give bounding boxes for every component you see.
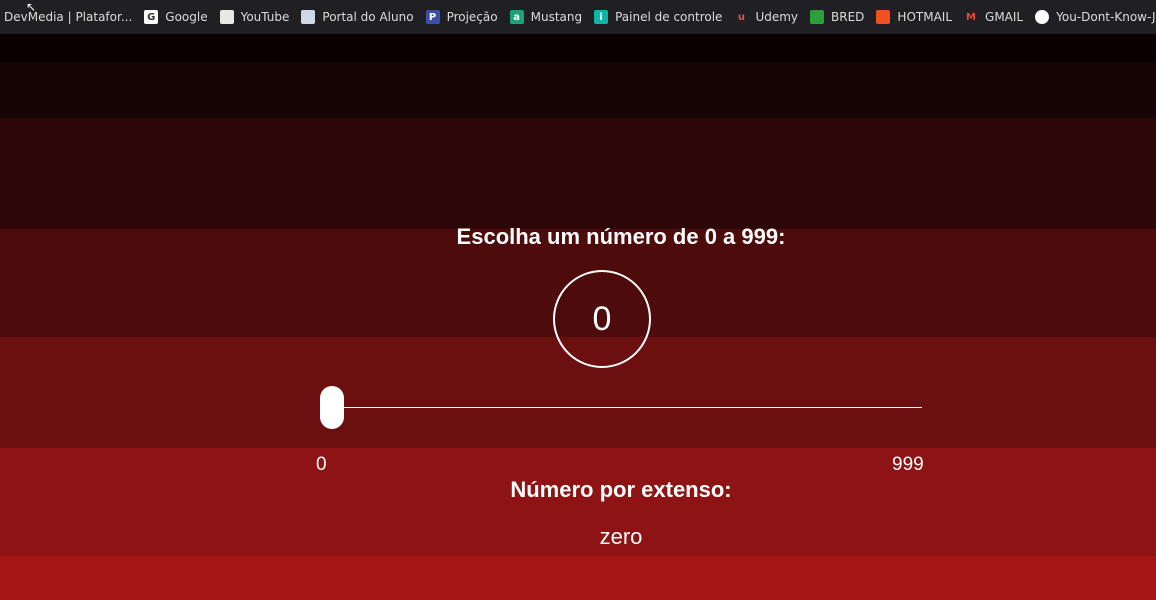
value-circle: 0	[553, 270, 651, 368]
page-icon	[219, 10, 234, 24]
flag-icon	[810, 10, 825, 24]
bookmark-item[interactable]: a Mustang	[504, 0, 589, 34]
mustang-icon: a	[509, 10, 524, 24]
bookmark-label: GMAIL	[985, 10, 1024, 24]
number-slider[interactable]	[320, 386, 922, 430]
bookmark-item[interactable]: M GMAIL	[958, 0, 1029, 34]
bookmark-label: Painel de controle	[615, 10, 723, 24]
bookmark-label: DevMedia | Platafor...	[4, 10, 133, 24]
bookmark-item[interactable]: DevMedia | Platafor...	[0, 0, 138, 34]
bookmark-item[interactable]: u Udemy	[728, 0, 804, 34]
bookmark-label: YouTube	[240, 10, 290, 24]
bookmark-item[interactable]: G Google	[138, 0, 213, 34]
bookmark-item[interactable]: P Projeção	[420, 0, 504, 34]
slider-thumb[interactable]	[320, 386, 344, 429]
bookmark-item[interactable]: HOTMAIL	[870, 0, 958, 34]
bookmark-label: Mustang	[530, 10, 583, 24]
mouse-cursor-icon: ↖	[26, 0, 37, 14]
bookmark-label: You-Dont-Know-JS/...	[1056, 10, 1156, 24]
main-content: Escolha um número de 0 a 999: 0 0 999 Nú…	[0, 34, 1156, 600]
extenso-value: zero	[599, 524, 643, 549]
bookmark-label: HOTMAIL	[897, 10, 953, 24]
document-icon	[301, 10, 316, 24]
github-icon	[1035, 10, 1050, 24]
gmail-icon: M	[964, 10, 979, 24]
slider-track[interactable]	[330, 407, 922, 408]
bookmark-label: Google	[165, 10, 208, 24]
info-icon: i	[594, 10, 609, 24]
microsoft-icon	[876, 10, 891, 24]
bookmark-label: Udemy	[755, 10, 799, 24]
bookmark-item[interactable]: i Painel de controle	[588, 0, 728, 34]
bookmark-item[interactable]: You-Dont-Know-JS/...	[1029, 0, 1156, 34]
bookmark-label: Projeção	[446, 10, 498, 24]
bookmark-label: Portal do Aluno	[322, 10, 414, 24]
extenso-title: Número por extenso:	[510, 477, 732, 502]
bookmark-item[interactable]: BRED	[804, 0, 870, 34]
slider-max-label: 999	[892, 454, 924, 475]
bookmark-item[interactable]: YouTube	[214, 0, 296, 34]
bookmarks-bar: DevMedia | Platafor... G Google YouTube Port…	[0, 0, 1156, 34]
google-icon: G	[144, 10, 159, 24]
page-title: Escolha um número de 0 a 999:	[456, 224, 786, 249]
bookmark-label: BRED	[831, 10, 865, 24]
projecao-icon: P	[425, 10, 440, 24]
slider-min-label: 0	[316, 454, 327, 475]
udemy-icon: u	[734, 10, 749, 24]
bookmark-item[interactable]: Portal do Aluno	[295, 0, 419, 34]
selected-number: 0	[592, 299, 612, 338]
